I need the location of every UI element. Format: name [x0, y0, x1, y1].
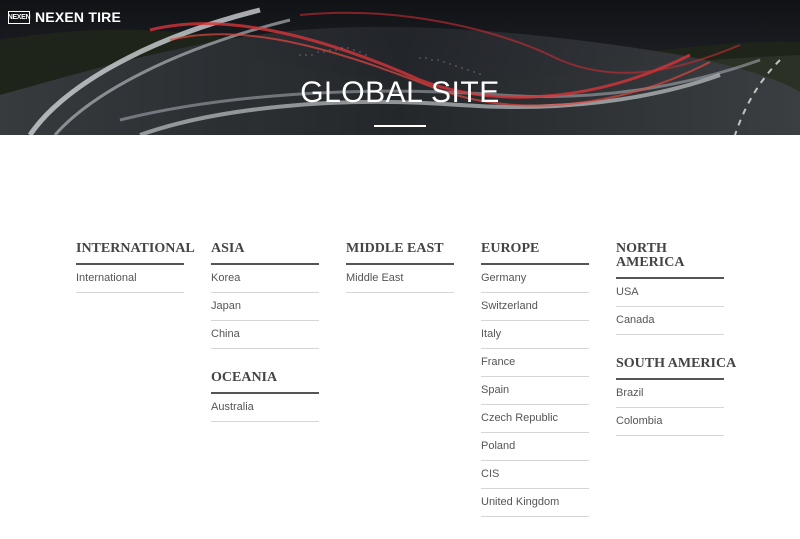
nexen-logo[interactable]: NEXEN NEXEN TIRE: [8, 9, 121, 25]
region-column-5: NORTH AMERICA USA Canada SOUTH AMERICA B…: [616, 242, 736, 539]
region-column-4: EUROPE Germany Switzerland Italy France …: [481, 242, 589, 539]
country-link[interactable]: Canada: [616, 307, 724, 335]
region-list: INTERNATIONAL International ASIA Korea J…: [76, 242, 736, 539]
country-link[interactable]: United Kingdom: [481, 489, 589, 517]
region-group-international: INTERNATIONAL International: [76, 242, 195, 293]
country-link[interactable]: CIS: [481, 461, 589, 489]
country-link[interactable]: Japan: [211, 293, 319, 321]
country-link[interactable]: China: [211, 321, 319, 349]
country-link[interactable]: Germany: [481, 265, 589, 293]
country-link[interactable]: Italy: [481, 321, 589, 349]
page-title: GLOBAL SITE: [300, 76, 500, 109]
region-title: ASIA: [211, 242, 319, 265]
region-title: SOUTH AMERICA: [616, 357, 736, 380]
region-title: EUROPE: [481, 242, 589, 265]
region-group-europe: EUROPE Germany Switzerland Italy France …: [481, 242, 589, 517]
region-group-oceania: OCEANIA Australia: [211, 371, 319, 422]
region-group-south-america: SOUTH AMERICA Brazil Colombia: [616, 357, 736, 436]
country-link[interactable]: International: [76, 265, 184, 293]
region-title: MIDDLE EAST: [346, 242, 454, 265]
region-title: OCEANIA: [211, 371, 319, 394]
nexen-logo-mark-icon: NEXEN: [8, 10, 31, 24]
region-column-2: ASIA Korea Japan China OCEANIA Australia: [211, 242, 319, 539]
region-column-3: MIDDLE EAST Middle East: [346, 242, 454, 539]
region-group-middle-east: MIDDLE EAST Middle East: [346, 242, 454, 293]
country-link[interactable]: USA: [616, 279, 724, 307]
title-underline: [374, 125, 426, 127]
country-link[interactable]: France: [481, 349, 589, 377]
region-title: NORTH AMERICA: [616, 242, 724, 279]
country-link[interactable]: Korea: [211, 265, 319, 293]
country-link[interactable]: Spain: [481, 377, 589, 405]
country-link[interactable]: Middle East: [346, 265, 454, 293]
country-link[interactable]: Czech Republic: [481, 405, 589, 433]
country-link[interactable]: Colombia: [616, 408, 724, 436]
region-column-1: INTERNATIONAL International: [76, 242, 195, 539]
country-link[interactable]: Australia: [211, 394, 319, 422]
country-link[interactable]: Poland: [481, 433, 589, 461]
country-link[interactable]: Switzerland: [481, 293, 589, 321]
hero-banner: NEXEN NEXEN TIRE GLOBAL SITE: [0, 0, 800, 135]
region-group-north-america: NORTH AMERICA USA Canada: [616, 242, 724, 335]
region-title: INTERNATIONAL: [76, 242, 195, 265]
region-group-asia: ASIA Korea Japan China: [211, 242, 319, 349]
country-link[interactable]: Brazil: [616, 380, 724, 408]
logo-text: NEXEN TIRE: [35, 9, 122, 25]
